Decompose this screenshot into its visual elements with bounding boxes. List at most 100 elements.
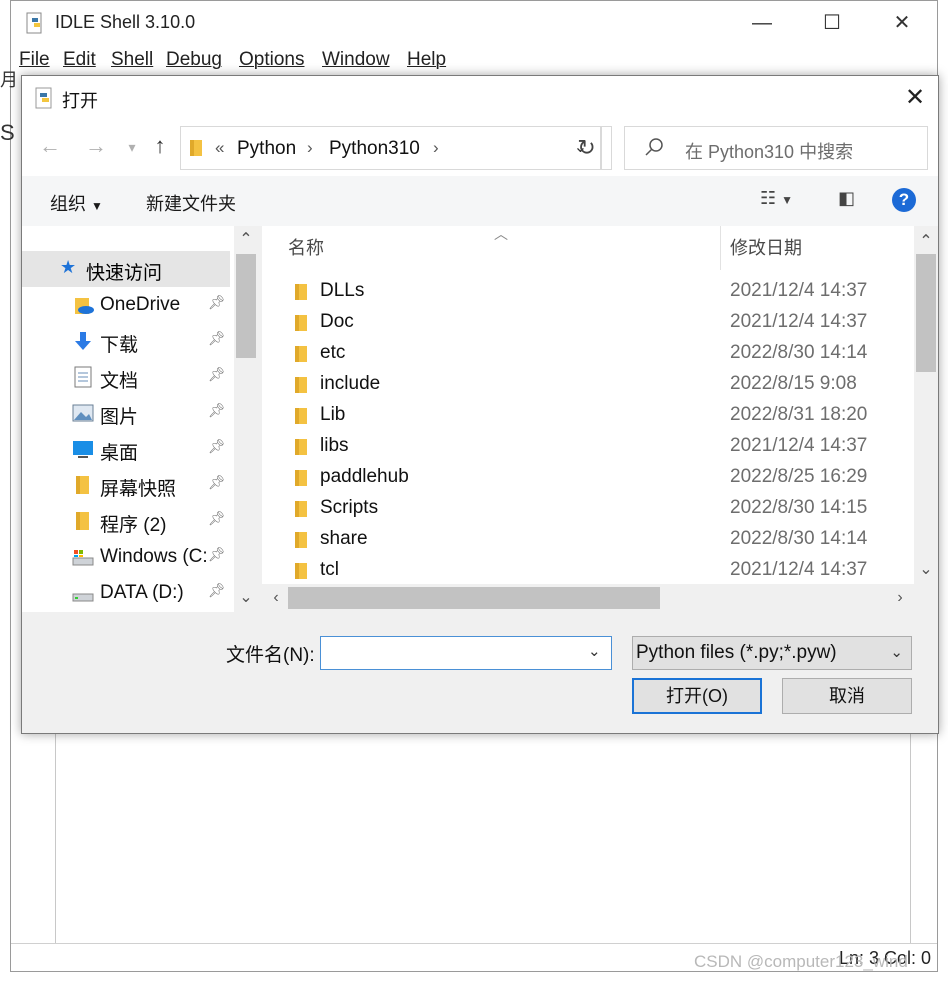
sidebar-item-onedrive[interactable]: OneDrive 📌︎ — [22, 287, 230, 323]
file-row[interactable]: etc 2022/8/30 14:14 — [262, 338, 912, 369]
scroll-right-icon[interactable]: › — [888, 586, 912, 610]
back-arrow-icon[interactable]: ← — [36, 133, 64, 159]
organize-button[interactable]: 组织 ▼ — [50, 190, 103, 216]
file-row[interactable]: Scripts 2022/8/30 14:15 — [262, 493, 912, 524]
sidebar-item-drive-c[interactable]: Windows (C: 📌︎ — [22, 539, 230, 575]
sidebar-item-drive-d[interactable]: DATA (D:) 📌︎ — [22, 575, 230, 611]
column-header-date[interactable]: 修改日期 — [730, 226, 802, 272]
column-divider[interactable] — [720, 226, 721, 270]
nav-pane-scrollbar[interactable]: ⌃ ⌄ — [234, 226, 258, 612]
file-name: etc — [320, 342, 346, 363]
file-row[interactable]: include 2022/8/15 9:08 — [262, 369, 912, 400]
sidebar-item-label: Windows (C: — [100, 546, 208, 567]
file-row[interactable]: libs 2021/12/4 14:37 — [262, 431, 912, 462]
folder-icon — [295, 501, 307, 517]
address-overflow-icon[interactable]: « — [215, 138, 224, 158]
new-folder-button[interactable]: 新建文件夹 — [146, 190, 236, 216]
scroll-down-icon[interactable]: ⌄ — [914, 558, 938, 582]
menu-window[interactable]: Window — [322, 49, 390, 71]
onedrive-icon — [75, 298, 94, 314]
pictures-icon — [72, 404, 94, 422]
sidebar-item-label: 文档 — [100, 371, 139, 392]
scroll-down-icon[interactable]: ⌄ — [234, 586, 258, 610]
recent-locations-chevron-icon[interactable]: ▾ — [118, 139, 146, 156]
file-name: include — [320, 373, 381, 394]
pin-icon[interactable]: 📌︎ — [208, 438, 226, 455]
refresh-icon[interactable]: ↻ — [562, 126, 612, 170]
filename-label: 文件名(N): — [226, 645, 315, 666]
pin-icon[interactable]: 📌︎ — [208, 294, 226, 311]
minimize-button[interactable]: — — [747, 9, 777, 37]
up-arrow-icon[interactable]: ↑ — [146, 133, 174, 159]
file-type-select[interactable]: Python files (*.py;*.pyw) ⌄ — [632, 636, 912, 670]
scrollbar-thumb[interactable] — [288, 587, 660, 609]
star-icon: ★ — [60, 257, 77, 277]
search-icon — [645, 138, 663, 156]
column-header-name[interactable]: 名称 — [288, 226, 324, 272]
menu-debug[interactable]: Debug — [166, 49, 222, 71]
sidebar-item-label: DATA (D:) — [100, 582, 184, 603]
file-list-hscrollbar[interactable]: ‹ › — [262, 584, 914, 612]
open-button[interactable]: 打开(O) — [632, 678, 762, 714]
filename-input[interactable] — [320, 636, 612, 670]
file-list-pane: 名称 ︿ 修改日期 DLLs 2021/12/4 14:37 Doc 2021/12/… — [262, 226, 938, 612]
cancel-button[interactable]: 取消 — [782, 678, 912, 714]
file-type-value: Python files (*.py;*.pyw) — [636, 642, 837, 663]
idle-window-title: IDLE Shell 3.10.0 — [55, 12, 196, 32]
dialog-close-button[interactable]: ✕ — [898, 82, 932, 114]
sidebar-item-screenshots[interactable]: 屏幕快照 📌︎ — [22, 467, 230, 503]
file-row[interactable]: share 2022/8/30 14:14 — [262, 524, 912, 555]
file-name: Lib — [320, 404, 346, 425]
address-bar[interactable]: « Python › Python310 › ⌄ — [180, 126, 602, 170]
menu-options[interactable]: Options — [239, 49, 304, 71]
sidebar-item-desktop[interactable]: 桌面 📌︎ — [22, 431, 230, 467]
menu-shell[interactable]: Shell — [111, 49, 153, 71]
sidebar-item-quick-access[interactable]: ★ 快速访问 — [22, 251, 230, 287]
menu-file[interactable]: File — [19, 49, 50, 71]
sidebar-item-pictures[interactable]: 图片 📌︎ — [22, 395, 230, 431]
menu-help[interactable]: Help — [407, 49, 446, 71]
menu-edit[interactable]: Edit — [63, 49, 96, 71]
pin-icon[interactable]: 📌︎ — [208, 582, 226, 599]
command-bar: 组织 ▼ 新建文件夹 ☷ ▼ ◧ ? — [22, 176, 938, 226]
download-icon — [75, 332, 91, 350]
sidebar-item-programs[interactable]: 程序 (2) 📌︎ — [22, 503, 230, 539]
maximize-button[interactable]: ☐ — [817, 9, 847, 37]
breadcrumb-separator-icon[interactable]: › — [307, 138, 313, 158]
view-options-icon[interactable]: ☷ ▼ — [760, 188, 793, 209]
help-icon[interactable]: ? — [892, 188, 916, 212]
pin-icon[interactable]: 📌︎ — [208, 366, 226, 383]
scrollbar-thumb[interactable] — [916, 254, 936, 372]
breadcrumb-python[interactable]: Python — [237, 138, 296, 160]
sidebar-item-label: OneDrive — [100, 294, 181, 315]
file-row[interactable]: DLLs 2021/12/4 14:37 — [262, 276, 912, 307]
file-row[interactable]: Lib 2022/8/31 18:20 — [262, 400, 912, 431]
pin-icon[interactable]: 📌︎ — [208, 402, 226, 419]
pin-icon[interactable]: 📌︎ — [208, 330, 226, 347]
scrollbar-thumb[interactable] — [236, 254, 256, 358]
close-window-button[interactable]: ✕ — [887, 9, 917, 37]
preview-pane-icon[interactable]: ◧ — [838, 188, 855, 209]
filename-history-chevron-icon[interactable]: ⌄ — [588, 642, 601, 660]
sidebar-item-documents[interactable]: 文档 📌︎ — [22, 359, 230, 395]
folder-icon — [295, 377, 307, 393]
breadcrumb-python310[interactable]: Python310 — [329, 138, 420, 160]
background-text-fragment: S — [0, 120, 15, 145]
breadcrumb-separator-icon[interactable]: › — [433, 138, 439, 158]
pin-icon[interactable]: 📌︎ — [208, 474, 226, 491]
forward-arrow-icon[interactable]: → — [82, 133, 110, 159]
file-row[interactable]: paddlehub 2022/8/25 16:29 — [262, 462, 912, 493]
file-name: DLLs — [320, 280, 365, 301]
file-list-scrollbar[interactable]: ⌃ ⌄ — [914, 226, 938, 584]
file-row[interactable]: Doc 2021/12/4 14:37 — [262, 307, 912, 338]
pin-icon[interactable]: 📌︎ — [208, 546, 226, 563]
file-row[interactable]: tcl 2021/12/4 14:37 — [262, 555, 912, 586]
file-modified-date: 2021/12/4 14:37 — [730, 435, 868, 456]
scroll-left-icon[interactable]: ‹ — [264, 586, 288, 610]
scroll-up-icon[interactable]: ⌃ — [234, 228, 258, 252]
pin-icon[interactable]: 📌︎ — [208, 510, 226, 527]
scrollbar-corner — [914, 584, 938, 612]
sidebar-item-downloads[interactable]: 下载 📌︎ — [22, 323, 230, 359]
search-input[interactable]: 在 Python310 中搜索 — [624, 126, 928, 170]
scroll-up-icon[interactable]: ⌃ — [914, 230, 938, 254]
